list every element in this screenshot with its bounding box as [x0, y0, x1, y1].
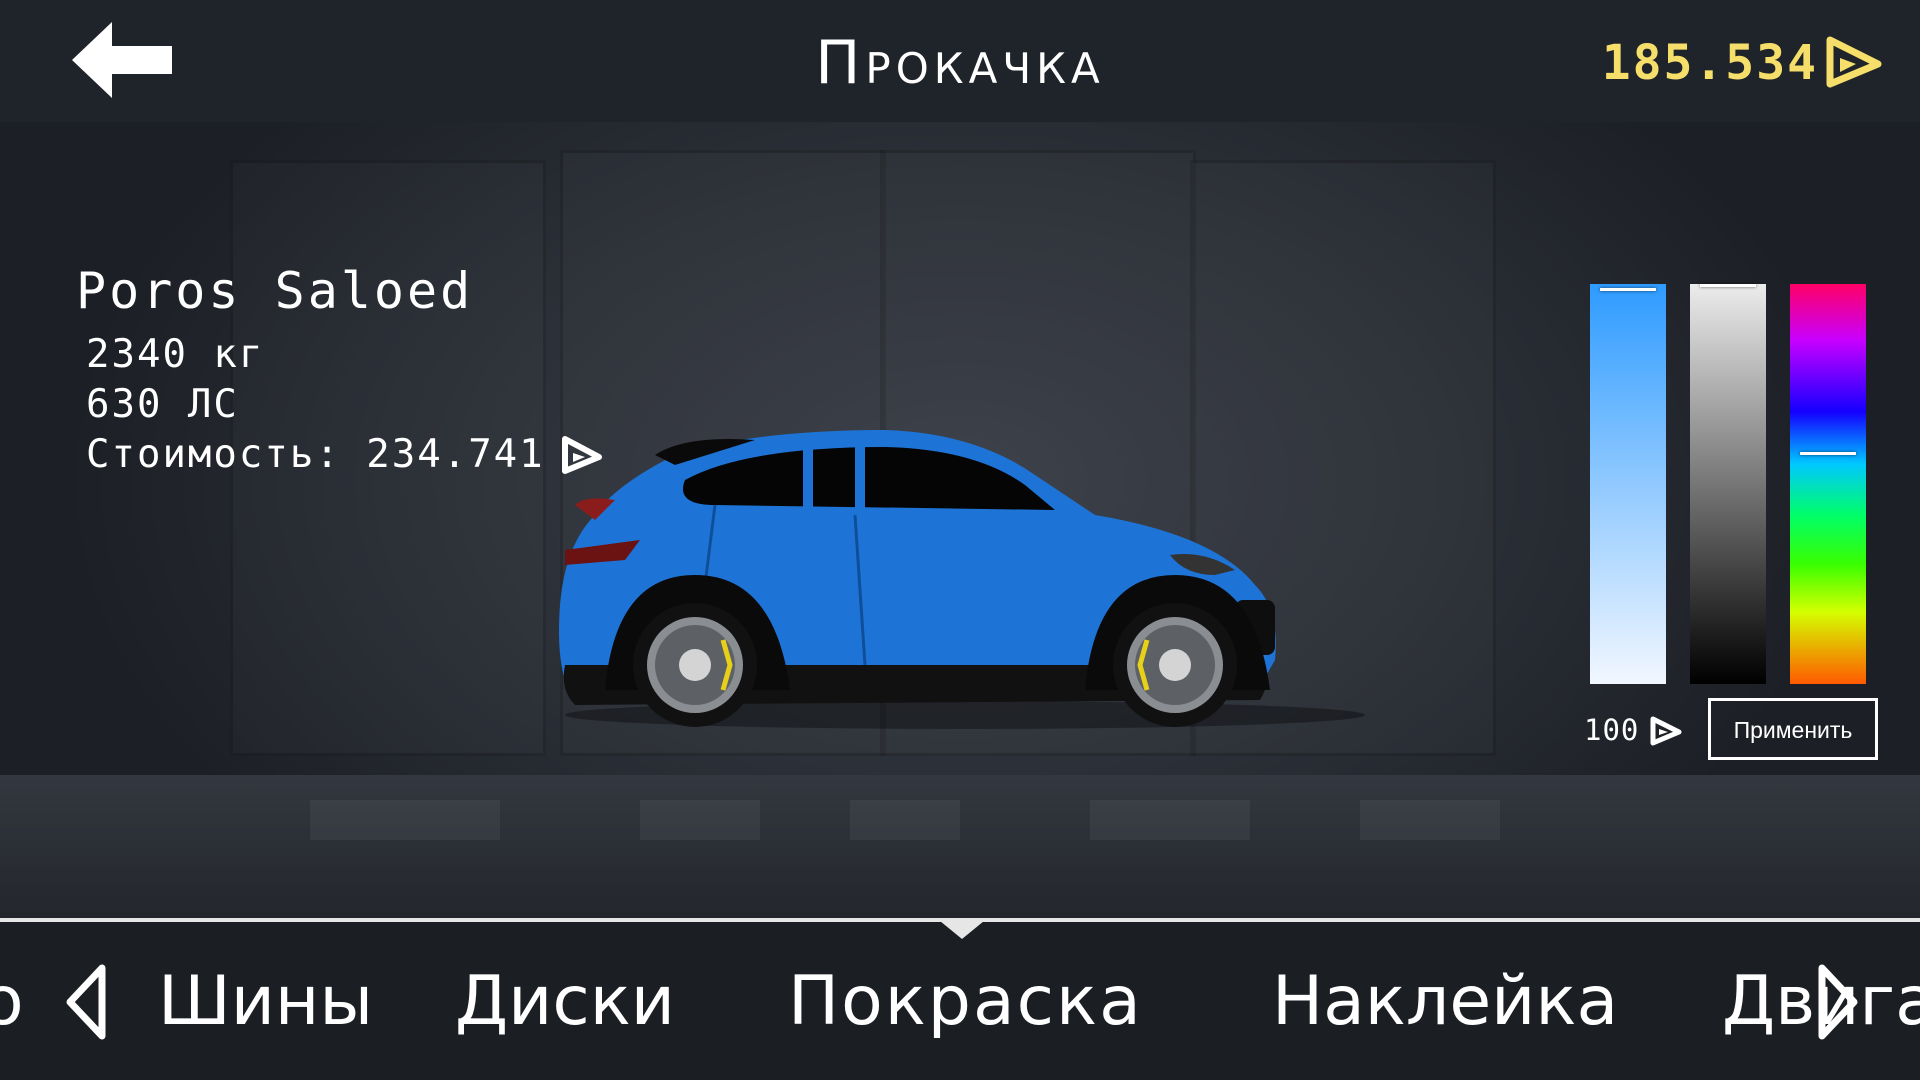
car-weight: 2340 кг [86, 332, 265, 377]
floor-tile [640, 800, 760, 840]
tab-previous-partial[interactable]: о [0, 962, 24, 1041]
triangle-currency-icon [1826, 36, 1882, 88]
car-power: 630 ЛС [86, 382, 239, 427]
car-price: Стоимость: 234.741 [86, 432, 545, 477]
active-tab-pointer [940, 921, 984, 939]
floor-tile [850, 800, 960, 840]
hue-slider-handle[interactable] [1600, 288, 1656, 291]
front-wheel [1113, 603, 1237, 727]
car-price-row: Стоимость: 234.741 [86, 430, 603, 480]
car-info: Poros Saloed 2340 кг 630 ЛС Стоимость: 2… [76, 262, 603, 480]
paint-cost: 100 [1584, 713, 1640, 747]
car-image [559, 430, 1365, 729]
hue-slider[interactable] [1590, 284, 1666, 684]
brightness-slider-handle[interactable] [1700, 284, 1756, 287]
brightness-slider[interactable] [1690, 284, 1766, 684]
top-bar: Прокачка 185.534 [0, 0, 1920, 122]
floor-tile [310, 800, 500, 840]
upgrade-tab-bar: о Шины Диски Покраска Наклейка Двигатель [0, 922, 1920, 1080]
chevron-right-icon[interactable] [1818, 964, 1858, 1040]
tab-decal[interactable]: Наклейка [1272, 962, 1618, 1041]
chevron-left-icon[interactable] [66, 964, 106, 1040]
apply-button[interactable]: Применить [1708, 698, 1878, 760]
color-spectrum-slider[interactable] [1790, 284, 1866, 684]
floor-tile [1090, 800, 1250, 840]
garage-floor [0, 775, 1920, 920]
car-name: Poros Saloed [76, 262, 474, 320]
tab-paint[interactable]: Покраска [788, 962, 1143, 1041]
color-slider-handle[interactable] [1800, 452, 1856, 455]
balance-amount: 185.534 [1601, 35, 1818, 91]
triangle-currency-icon [1650, 716, 1682, 746]
floor-tile [1360, 800, 1500, 840]
tab-wheels[interactable]: Диски [455, 962, 675, 1041]
rear-wheel [633, 603, 757, 727]
tab-tires[interactable]: Шины [158, 962, 373, 1041]
